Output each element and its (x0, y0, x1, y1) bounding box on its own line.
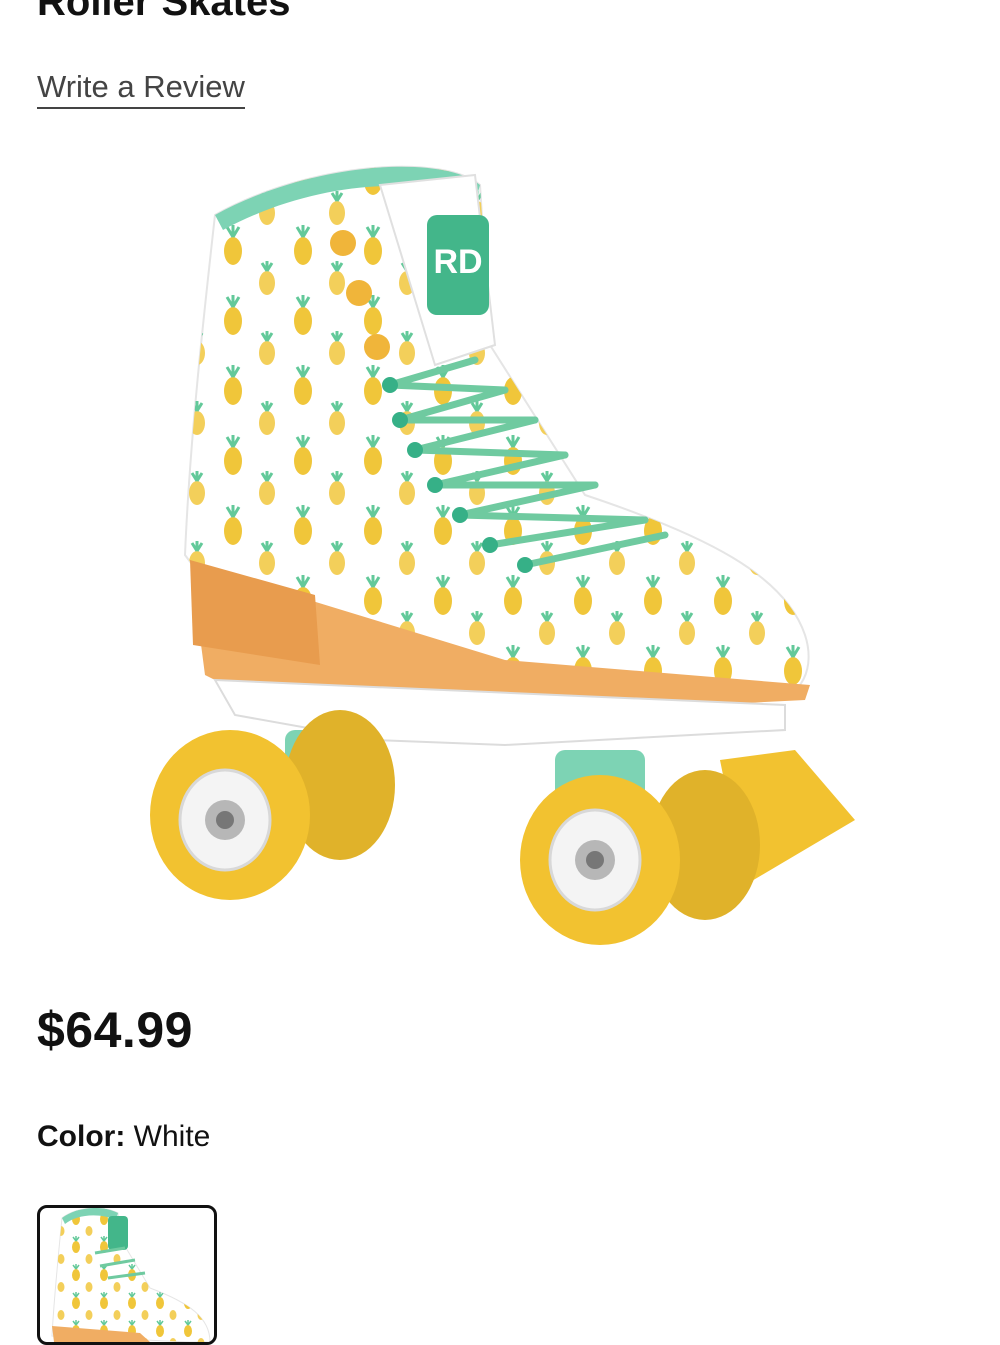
write-review-link[interactable]: Write a Review (37, 68, 245, 109)
color-selector-label: Color: White (37, 1119, 210, 1155)
color-swatch-white[interactable] (37, 1205, 217, 1345)
swatch-thumbnail (51, 1208, 211, 1342)
product-price: $64.99 (37, 1002, 193, 1058)
brand-logo-text: RD (433, 243, 482, 281)
product-image[interactable]: RD (145, 155, 855, 945)
color-value: White (133, 1120, 211, 1153)
roller-skate-illustration: RD (150, 165, 855, 945)
color-label: Color: (37, 1120, 126, 1153)
product-title: Roller Skates (37, 0, 291, 24)
